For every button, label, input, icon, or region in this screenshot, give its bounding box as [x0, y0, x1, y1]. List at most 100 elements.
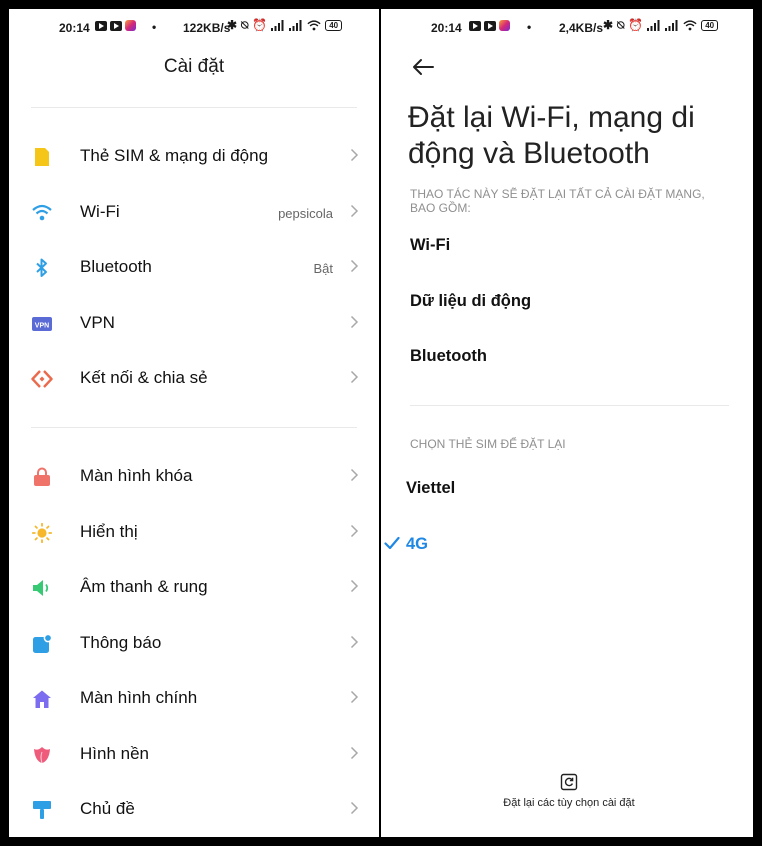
divider — [31, 427, 357, 428]
chevron-right-icon — [350, 468, 359, 482]
youtube-icon — [484, 20, 496, 31]
settings-row-value: Bật — [313, 261, 333, 276]
bluetooth-status-icon: ✱ — [227, 18, 238, 32]
notification-apps — [95, 20, 136, 31]
page-title: Cài đặt — [163, 56, 225, 77]
alarm-icon: ⏰ — [252, 18, 268, 32]
chevron-right-icon — [350, 690, 359, 704]
settings-row[interactable]: Hình nền — [9, 729, 379, 779]
settings-row-label: Hiển thị — [80, 521, 138, 541]
settings-row[interactable]: Hiển thị — [9, 507, 379, 557]
settings-row-label: VPN — [80, 312, 115, 332]
settings-row-label: Thẻ SIM & mạng di động — [80, 146, 269, 165]
status-time: 20:14 — [431, 21, 462, 35]
home-icon — [31, 689, 53, 709]
sim-card-icon — [31, 147, 53, 167]
chevron-right-icon — [350, 204, 359, 217]
settings-row[interactable]: Âm thanh & rung — [9, 562, 379, 612]
brush-icon — [31, 800, 53, 820]
settings-row-label: Hình nền — [80, 743, 149, 763]
settings-row[interactable]: Thẻ SIM & mạng di động — [9, 131, 379, 181]
vpn-icon: VPN — [31, 314, 53, 334]
settings-row[interactable]: Thông báo — [9, 618, 379, 668]
check-icon — [384, 536, 400, 550]
settings-row-label: Bluetooth — [80, 257, 152, 276]
settings-row-label: Wi-Fi — [80, 201, 120, 221]
reset-item-wifi: Wi-Fi — [410, 236, 451, 254]
mute-icon: ⍉ — [617, 18, 625, 32]
signal-icon — [289, 19, 302, 31]
wifi-icon — [31, 203, 53, 223]
instagram-icon — [125, 20, 136, 31]
tulip-icon — [31, 745, 53, 765]
system-icons: ✱ ⍉ ⏰ 40 — [227, 18, 343, 32]
signal-icon — [665, 19, 678, 31]
share-icon — [31, 369, 53, 389]
more-dot-icon: • — [527, 20, 532, 34]
sun-icon — [31, 522, 53, 543]
reset-section-header: THAO TÁC NÀY SẼ ĐẶT LẠI TẤT CẢ CÀI ĐẶT M… — [410, 187, 705, 215]
notification-icon — [31, 633, 53, 654]
chevron-right-icon — [350, 635, 359, 648]
more-dot-icon: • — [152, 20, 157, 34]
chevron-right-icon — [350, 259, 359, 273]
sim-option-4g[interactable]: 4G — [406, 535, 428, 554]
sim-option-viettel[interactable]: Viettel — [406, 479, 455, 498]
network-speed: 122KB/s — [183, 21, 231, 35]
settings-screen: 20:14 • 122KB/s ✱ ⍉ ⏰ 40 Cài đặt Thẻ SIM… — [9, 9, 379, 837]
settings-row[interactable]: Màn hình khóa — [9, 451, 379, 501]
status-bar: 20:14 • 122KB/s ✱ ⍉ ⏰ 40 — [9, 9, 379, 47]
settings-row-value: pepsicola — [278, 205, 333, 221]
settings-row[interactable]: Chủ đề — [9, 784, 379, 834]
mute-icon: ⍉ — [241, 18, 249, 32]
wifi-status-icon — [307, 19, 321, 30]
settings-row-label: Màn hình khóa — [80, 466, 193, 485]
youtube-icon — [110, 20, 122, 31]
wifi-status-icon — [683, 19, 697, 30]
settings-row-label: Thông báo — [80, 632, 162, 652]
reset-network-screen: 20:14 • 2,4KB/s ✱ ⍉ ⏰ 40 Đặt lại Wi-Fi, … — [381, 9, 753, 837]
settings-row[interactable]: Màn hình chính — [9, 673, 379, 723]
reset-button-label[interactable]: Đặt lại các tùy chọn cài đặt — [491, 797, 647, 810]
chevron-right-icon — [350, 148, 359, 162]
back-arrow-icon[interactable] — [411, 57, 435, 77]
svg-text:VPN: VPN — [35, 322, 49, 329]
bluetooth-status-icon: ✱ — [603, 18, 614, 32]
bluetooth-icon — [31, 258, 53, 278]
settings-row[interactable]: VPN VPN — [9, 298, 379, 348]
chevron-right-icon — [350, 579, 359, 593]
divider — [410, 405, 729, 406]
lock-icon — [31, 467, 53, 487]
reset-item-bluetooth: Bluetooth — [410, 347, 487, 365]
status-time: 20:14 — [59, 21, 90, 35]
settings-row-label: Âm thanh & rung — [80, 577, 208, 596]
settings-row-label: Kết nối & chia sẻ — [80, 368, 208, 387]
alarm-icon: ⏰ — [628, 18, 644, 32]
chevron-right-icon — [350, 370, 359, 384]
youtube-icon — [469, 20, 481, 31]
speaker-icon — [31, 578, 53, 598]
chevron-right-icon — [350, 801, 359, 815]
settings-row[interactable]: Bluetooth Bật — [9, 242, 379, 292]
battery-icon: 40 — [701, 19, 719, 31]
chevron-right-icon — [350, 315, 359, 328]
system-icons: ✱ ⍉ ⏰ 40 — [603, 18, 719, 32]
network-speed: 2,4KB/s — [559, 21, 604, 35]
youtube-icon — [95, 20, 107, 31]
settings-row[interactable]: Wi-Fi pepsicola — [9, 187, 379, 237]
reset-icon[interactable] — [560, 773, 578, 791]
sim-section-header: CHỌN THẺ SIM ĐỂ ĐẶT LẠI — [410, 437, 566, 451]
signal-icon — [647, 19, 660, 31]
settings-row-label: Chủ đề — [80, 799, 135, 818]
signal-icon — [271, 19, 284, 31]
page-title: Đặt lại Wi-Fi, mạng di động và Bluetooth — [408, 101, 695, 170]
status-bar: 20:14 • 2,4KB/s ✱ ⍉ ⏰ 40 — [381, 9, 753, 47]
chevron-right-icon — [350, 746, 359, 759]
battery-icon: 40 — [325, 19, 343, 31]
settings-row-label: Màn hình chính — [80, 688, 198, 707]
divider — [31, 107, 357, 108]
reset-item-mobile-data: Dữ liệu di động — [410, 292, 532, 310]
settings-row[interactable]: Kết nối & chia sẻ — [9, 353, 379, 403]
notification-apps — [469, 20, 510, 31]
chevron-right-icon — [350, 524, 359, 537]
